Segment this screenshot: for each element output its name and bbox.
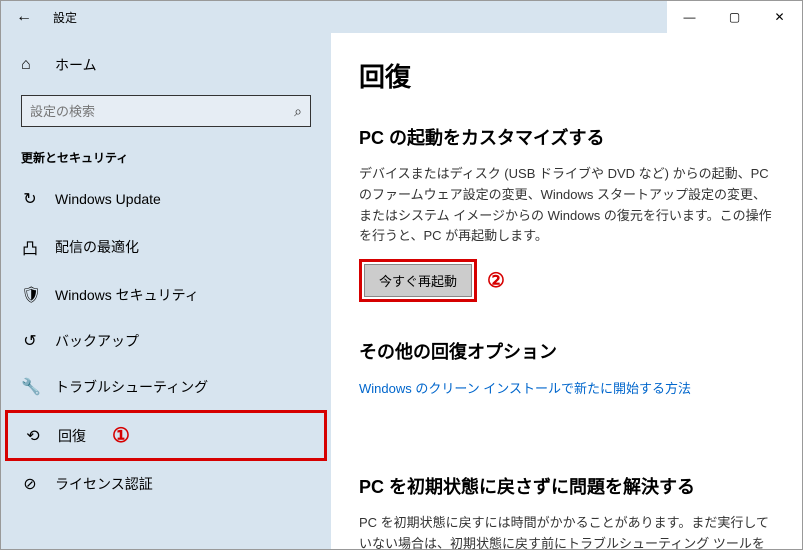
shield-icon: 🛡 (21, 285, 39, 305)
search-input[interactable] (30, 104, 294, 119)
sidebar: ⌂ ホーム ⌕ 更新とセキュリティ ↻ Windows Update 凸 配信の… (1, 33, 331, 549)
annotation-1: ① (112, 423, 130, 448)
solve-description: PC を初期状態に戻すには時間がかかることがあります。まだ実行していない場合は、… (359, 513, 774, 549)
sidebar-item-label: バックアップ (55, 331, 139, 351)
sidebar-item-label: Windows セキュリティ (55, 285, 199, 305)
sidebar-item-backup[interactable]: ↺ バックアップ (1, 318, 331, 364)
sidebar-item-label: 配信の最適化 (55, 237, 139, 257)
customize-heading: PC の起動をカスタマイズする (359, 124, 774, 150)
recovery-icon: ⟲ (24, 426, 42, 446)
category-header: 更新とセキュリティ (21, 149, 311, 166)
restart-now-button[interactable]: 今すぐ再起動 (364, 264, 472, 297)
sidebar-item-label: ライセンス認証 (55, 474, 153, 494)
sidebar-item-activation[interactable]: ⊘ ライセンス認証 (1, 461, 331, 507)
customize-description: デバイスまたはディスク (USB ドライブや DVD など) からの起動、PC … (359, 164, 774, 247)
sidebar-item-windows-security[interactable]: 🛡 Windows セキュリティ (1, 272, 331, 318)
backup-icon: ↺ (21, 331, 39, 351)
optimization-icon: 凸 (21, 235, 39, 259)
minimize-button[interactable]: — (667, 1, 712, 33)
sidebar-item-label: Windows Update (55, 191, 161, 207)
other-options-heading: その他の回復オプション (359, 338, 774, 364)
annotation-2: ② (487, 268, 505, 293)
home-label: ホーム (55, 55, 97, 75)
sidebar-item-label: 回復 (58, 426, 86, 446)
sidebar-item-delivery-optimization[interactable]: 凸 配信の最適化 (1, 222, 331, 272)
sidebar-item-recovery[interactable]: ⟲ 回復 ① (5, 410, 327, 461)
sidebar-item-windows-update[interactable]: ↻ Windows Update (1, 176, 331, 222)
close-button[interactable]: ✕ (757, 1, 802, 33)
solve-heading: PC を初期状態に戻さずに問題を解決する (359, 473, 774, 499)
window-title: 設定 (53, 9, 77, 26)
search-icon: ⌕ (294, 103, 302, 120)
back-button[interactable]: ← (9, 8, 39, 26)
troubleshoot-icon: 🔧 (21, 377, 39, 397)
sync-icon: ↻ (21, 189, 39, 209)
home-icon: ⌂ (21, 56, 39, 74)
sidebar-item-label: トラブルシューティング (55, 377, 208, 397)
clean-install-link[interactable]: Windows のクリーン インストールで新たに開始する方法 (359, 378, 691, 397)
home-nav[interactable]: ⌂ ホーム (1, 47, 331, 83)
page-title: 回復 (359, 57, 774, 94)
sidebar-item-troubleshoot[interactable]: 🔧 トラブルシューティング (1, 364, 331, 410)
search-box[interactable]: ⌕ (21, 95, 311, 127)
main-content: 回復 PC の起動をカスタマイズする デバイスまたはディスク (USB ドライブ… (331, 33, 802, 549)
activation-icon: ⊘ (21, 474, 39, 494)
maximize-button[interactable]: ▢ (712, 1, 757, 33)
